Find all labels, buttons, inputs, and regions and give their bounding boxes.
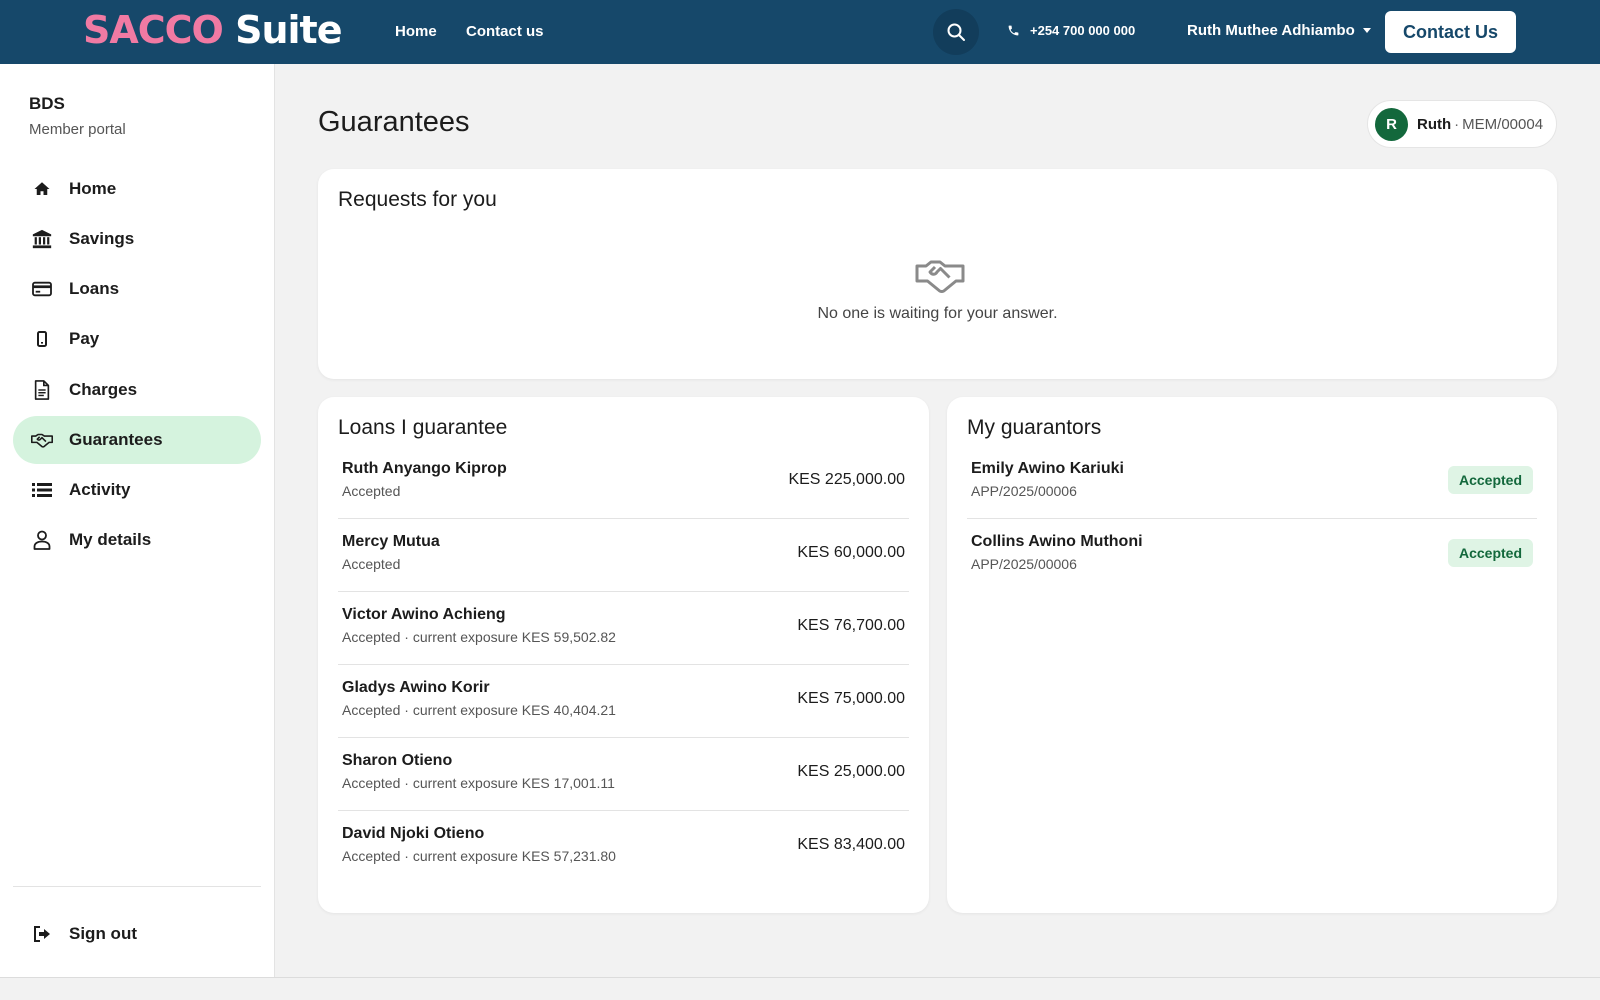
sidebar-item-charges[interactable]: Charges <box>13 366 261 414</box>
guarantee-status: Accepted · current exposure KES 17,001.1… <box>342 775 615 791</box>
org-name: BDS <box>29 94 65 113</box>
list-item[interactable]: Sharon Otieno Accepted · current exposur… <box>338 738 909 811</box>
list-item[interactable]: Emily Awino Kariuki APP/2025/00006 Accep… <box>967 446 1537 519</box>
requests-title: Requests for you <box>338 188 497 211</box>
contact-us-button[interactable]: Contact Us <box>1385 11 1516 53</box>
guarantee-borrower-name: Mercy Mutua <box>342 533 440 550</box>
sidebar-item-my-details[interactable]: My details <box>13 516 261 564</box>
sidebar-item-label: Charges <box>69 380 138 399</box>
sidebar-item-savings[interactable]: Savings <box>13 215 261 263</box>
search-button[interactable] <box>933 9 979 55</box>
handshake-icon <box>31 429 53 451</box>
page-bottom-border <box>0 977 1600 978</box>
sidebar-divider <box>13 886 261 887</box>
avatar: R <box>1375 107 1408 141</box>
list-item[interactable]: Ruth Anyango Kiprop Accepted KES 225,000… <box>338 446 909 519</box>
home-icon <box>31 178 53 200</box>
sidebar-item-label: Pay <box>69 329 100 348</box>
list-item[interactable]: Victor Awino Achieng Accepted · current … <box>338 592 909 665</box>
guarantee-amount: KES 75,000.00 <box>797 690 905 707</box>
handshake-icon <box>915 260 965 293</box>
logo-part-2: Suite <box>222 8 342 52</box>
org-subtitle: Member portal <box>29 121 126 138</box>
guarantee-amount: KES 83,400.00 <box>797 836 905 853</box>
guarantee-status: Accepted <box>342 483 401 499</box>
guarantor-name: Collins Awino Muthoni <box>971 533 1143 550</box>
nav-contact-link[interactable]: Contact us <box>466 23 544 40</box>
search-icon <box>947 23 965 41</box>
requests-card: Requests for you No one is waiting for y… <box>318 169 1557 379</box>
list-icon <box>31 479 53 501</box>
sidebar-item-label: Activity <box>69 480 131 499</box>
sidebar-item-label: Home <box>69 179 117 198</box>
page-title: Guarantees <box>318 106 470 138</box>
member-name: Ruth <box>1417 115 1452 133</box>
mobile-phone-icon <box>31 328 53 350</box>
sidebar: BDS Member portal Home Savings Loans Pay… <box>0 64 275 978</box>
guarantor-application-ref: APP/2025/00006 <box>971 556 1077 572</box>
status-badge: Accepted <box>1447 539 1533 567</box>
document-icon <box>31 379 53 401</box>
sidebar-item-activity[interactable]: Activity <box>13 466 261 514</box>
my-guarantors-card: My guarantors Emily Awino Kariuki APP/20… <box>947 397 1557 913</box>
nav-home-link[interactable]: Home <box>395 23 437 40</box>
sidebar-item-pay[interactable]: Pay <box>13 315 261 363</box>
guarantee-status: Accepted · current exposure KES 59,502.8… <box>342 629 616 645</box>
sidebar-item-guarantees[interactable]: Guarantees <box>13 416 261 464</box>
credit-card-icon <box>31 278 53 300</box>
member-number: MEM/00004 <box>1462 115 1544 133</box>
list-item[interactable]: Mercy Mutua Accepted KES 60,000.00 <box>338 519 909 592</box>
guarantee-borrower-name: Victor Awino Achieng <box>342 606 506 623</box>
guarantee-borrower-name: David Njoki Otieno <box>342 825 485 842</box>
sidebar-item-loans[interactable]: Loans <box>13 265 261 313</box>
list-item[interactable]: Collins Awino Muthoni APP/2025/00006 Acc… <box>967 519 1537 592</box>
phone-icon <box>1008 25 1019 36</box>
bank-icon <box>31 228 53 250</box>
guarantor-application-ref: APP/2025/00006 <box>971 483 1077 499</box>
list-item[interactable]: Gladys Awino Korir Accepted · current ex… <box>338 665 909 738</box>
member-chip[interactable]: R Ruth · MEM/00004 <box>1367 100 1557 148</box>
guarantee-amount: KES 225,000.00 <box>788 471 905 488</box>
guarantee-status: Accepted · current exposure KES 57,231.8… <box>342 848 616 864</box>
sidebar-item-label: Savings <box>69 229 135 248</box>
status-badge: Accepted <box>1447 466 1533 494</box>
guarantee-status: Accepted <box>342 556 401 572</box>
list-item[interactable]: David Njoki Otieno Accepted · current ex… <box>338 811 909 884</box>
sign-out-icon <box>31 923 53 945</box>
logo-part-1: SACCO <box>83 8 224 52</box>
user-icon <box>31 529 53 551</box>
guarantee-status: Accepted · current exposure KES 40,404.2… <box>342 702 616 718</box>
guarantee-amount: KES 76,700.00 <box>797 617 905 634</box>
user-menu[interactable]: Ruth Muthee Adhiambo <box>1187 22 1371 39</box>
empty-state-text: No one is waiting for your answer. <box>817 305 1058 322</box>
guarantee-amount: KES 25,000.00 <box>797 763 905 780</box>
sidebar-item-label: Guarantees <box>69 430 163 449</box>
guarantee-borrower-name: Sharon Otieno <box>342 752 453 769</box>
loans-i-guarantee-title: Loans I guarantee <box>338 416 508 439</box>
sign-out-button[interactable]: Sign out <box>13 910 261 958</box>
sidebar-item-label: My details <box>69 530 152 549</box>
sidebar-item-home[interactable]: Home <box>13 165 261 213</box>
member-separator: · <box>1454 115 1460 133</box>
loans-i-guarantee-card: Loans I guarantee Ruth Anyango Kiprop Ac… <box>318 397 929 913</box>
my-guarantors-title: My guarantors <box>967 416 1102 439</box>
chevron-down-icon <box>1362 28 1371 33</box>
phone-text: +254 700 000 000 <box>1030 23 1136 38</box>
user-name: Ruth Muthee Adhiambo <box>1187 22 1355 39</box>
guarantor-name: Emily Awino Kariuki <box>971 460 1124 477</box>
sign-out-label: Sign out <box>69 924 137 943</box>
top-bar: SACCO Suite Home Contact us +254 700 000… <box>0 0 1600 64</box>
logo[interactable]: SACCO Suite <box>83 8 342 52</box>
guarantee-amount: KES 60,000.00 <box>797 544 905 561</box>
phone-number[interactable]: +254 700 000 000 <box>1007 23 1135 38</box>
guarantee-borrower-name: Ruth Anyango Kiprop <box>342 460 507 477</box>
guarantee-borrower-name: Gladys Awino Korir <box>342 679 490 696</box>
sidebar-item-label: Loans <box>69 279 120 298</box>
